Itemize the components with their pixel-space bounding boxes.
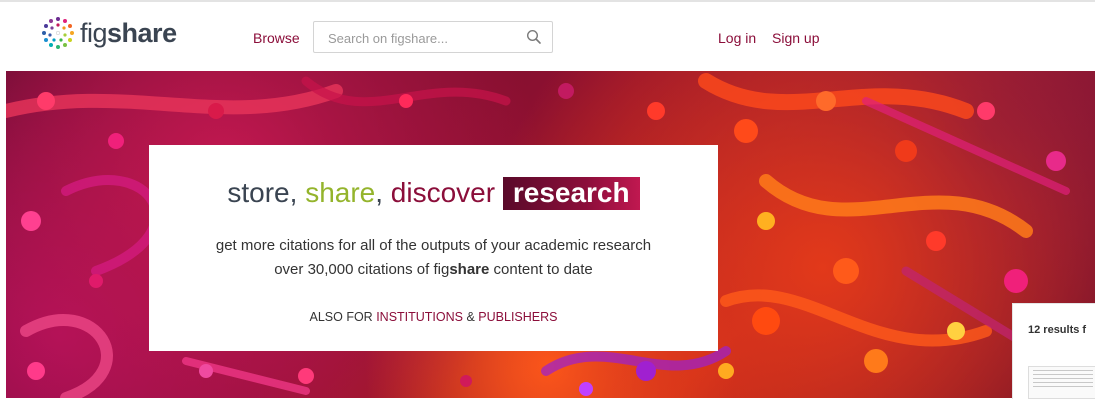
figshare-logo[interactable]: figshare [40, 15, 177, 51]
logo-wordmark: figshare [80, 18, 177, 49]
hero-description: get more citations for all of the output… [215, 237, 652, 254]
publishers-link[interactable]: PUBLISHERS [478, 310, 557, 324]
search-box[interactable] [313, 21, 553, 53]
institutions-link[interactable]: INSTITUTIONS [376, 310, 463, 324]
also-for-line: ALSO FOR INSTITUTIONS & PUBLISHERS [149, 310, 718, 324]
citation-stat-suffix: content to date [489, 261, 593, 278]
hero-citation-stat: over 30,000 citations of figshare conten… [149, 261, 718, 278]
signup-link[interactable]: Sign up [772, 30, 819, 46]
tagline-comma: , [375, 177, 384, 208]
search-input[interactable] [328, 29, 518, 47]
logo-wordmark-prefix: fig [80, 17, 108, 48]
also-for-prefix: ALSO FOR [309, 310, 377, 324]
results-count: 12 results f [1028, 324, 1087, 336]
tagline-store: store, [227, 177, 298, 208]
hero-tagline: store, share, discover research [149, 177, 718, 210]
citation-stat-bold: share [449, 261, 490, 278]
result-thumbnail[interactable] [1028, 366, 1095, 399]
search-icon[interactable] [526, 29, 542, 45]
tagline-discover: discover [390, 177, 496, 208]
login-link[interactable]: Log in [718, 30, 756, 46]
site-header: figshare Browse Log in Sign up [0, 2, 1095, 71]
results-panel[interactable]: 12 results f [1012, 303, 1095, 399]
logo-wordmark-bold: share [107, 17, 177, 48]
browse-link[interactable]: Browse [253, 30, 300, 46]
tagline-research: research [502, 177, 640, 210]
hero-card: store, share, discover research get more… [149, 145, 718, 351]
citation-stat-prefix: over 30,000 citations of fig [274, 261, 450, 278]
also-for-amp: & [463, 310, 479, 324]
tagline-share: share [305, 177, 376, 208]
figshare-logo-icon [42, 17, 74, 49]
